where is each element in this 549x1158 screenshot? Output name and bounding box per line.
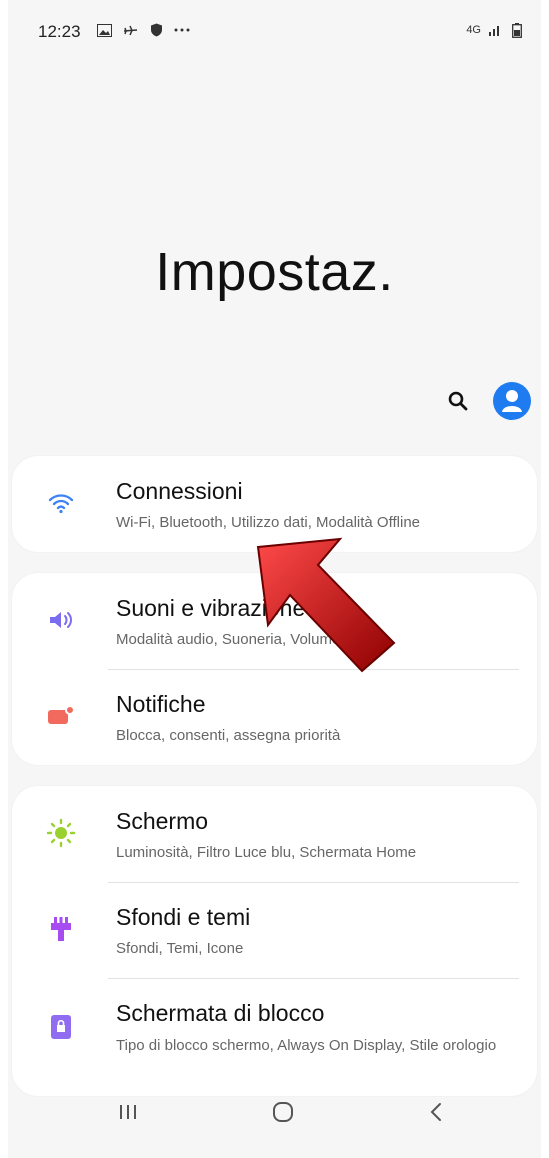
volume-icon (46, 605, 76, 635)
back-icon[interactable] (416, 1092, 456, 1132)
lock-screen-title: Schermata di blocco (116, 1000, 325, 1026)
notifications-title: Notifiche (116, 691, 206, 717)
page-title: Impostaz. (155, 242, 394, 303)
lock-screen-subtitle: Tipo di blocco schermo, Always On Displa… (116, 1037, 497, 1054)
settings-item-lock-screen[interactable]: Schermata di blocco Tipo di blocco scher… (12, 978, 537, 1096)
wifi-icon (46, 488, 76, 518)
battery-icon (509, 22, 525, 38)
shield-icon (148, 22, 164, 38)
network-type: 4G (466, 24, 481, 36)
header-actions (445, 382, 531, 420)
recents-icon[interactable] (108, 1092, 148, 1132)
display-title: Schermo (116, 808, 209, 834)
sounds-title: Suoni e vibrazione (116, 595, 306, 621)
sounds-subtitle: Modalità audio, Suoneria, Volume (116, 631, 341, 648)
account-icon[interactable] (493, 382, 531, 420)
connections-title: Connessioni (116, 478, 243, 504)
settings-item-notifications[interactable]: Notifiche Blocca, consenti, assegna prio… (12, 669, 537, 765)
settings-item-display[interactable]: Schermo Luminosità, Filtro Luce blu, Sch… (12, 786, 537, 882)
settings-item-themes[interactable]: Sfondi e temi Sfondi, Temi, Icone (12, 882, 537, 978)
lock-screen-icon (46, 1012, 76, 1042)
status-bar: 12:23 4G (8, 18, 541, 46)
settings-group-display: Schermo Luminosità, Filtro Luce blu, Sch… (12, 786, 537, 1096)
status-time: 12:23 (38, 22, 81, 41)
notifications-subtitle: Blocca, consenti, assegna priorità (116, 727, 341, 744)
navigation-bar (8, 1082, 541, 1142)
display-subtitle: Luminosità, Filtro Luce blu, Schermata H… (116, 844, 417, 861)
settings-item-sounds[interactable]: Suoni e vibrazione Modalità audio, Suone… (12, 573, 537, 669)
brightness-icon (46, 818, 76, 848)
notification-icon (46, 701, 76, 731)
connections-subtitle: Wi-Fi, Bluetooth, Utilizzo dati, Modalit… (116, 514, 421, 531)
airplane-icon (122, 22, 138, 38)
themes-subtitle: Sfondi, Temi, Icone (116, 940, 244, 957)
settings-group-connections: Connessioni Wi-Fi, Bluetooth, Utilizzo d… (12, 456, 537, 552)
search-icon[interactable] (445, 388, 471, 414)
themes-icon (46, 914, 76, 944)
settings-group-sound: Suoni e vibrazione Modalità audio, Suone… (12, 573, 537, 765)
home-icon[interactable] (263, 1092, 303, 1132)
signal-icon (487, 22, 503, 38)
gallery-icon (96, 22, 112, 38)
settings-screen: 12:23 4G Impostaz. Connessioni Wi-Fi, Bl… (8, 0, 541, 1158)
more-dots-icon (174, 22, 190, 38)
themes-title: Sfondi e temi (116, 904, 251, 930)
settings-item-connections[interactable]: Connessioni Wi-Fi, Bluetooth, Utilizzo d… (12, 456, 537, 552)
